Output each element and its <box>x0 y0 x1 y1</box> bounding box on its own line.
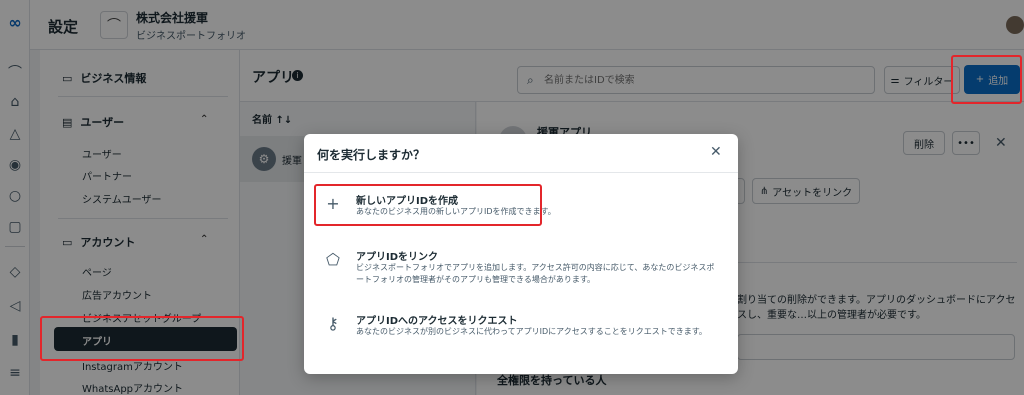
option-description: あなたのビジネスが別のビジネスに代わってアプリIDにアクセスすることをリクエスト… <box>356 327 707 336</box>
dialog-divider <box>304 172 738 173</box>
what-to-do-dialog: 何を実行しますか？ ✕ + 新しいアプリIDを作成 あなたのビジネス用の新しいア… <box>304 134 738 374</box>
tag-icon: ⬠ <box>326 249 340 269</box>
highlight-create-option <box>314 184 542 226</box>
option-link-app-id[interactable]: ⬠ アプリIDをリンク ビジネスポートフォリオでアプリを追加します。アクセス許可… <box>320 248 724 288</box>
option-title: アプリIDをリンク <box>356 252 439 263</box>
option-request-access[interactable]: ⚷ アプリIDへのアクセスをリクエスト あなたのビジネスが別のビジネスに代わって… <box>320 312 724 340</box>
highlight-add-button <box>951 55 1022 104</box>
dialog-title: 何を実行しますか？ <box>317 148 426 162</box>
key-icon: ⚷ <box>327 313 339 333</box>
highlight-apps-item <box>40 316 244 361</box>
option-title: アプリIDへのアクセスをリクエスト <box>356 316 518 327</box>
option-description: ビジネスポートフォリオでアプリを追加します。アクセス許可の内容に応じて、あなたの… <box>356 263 715 284</box>
dialog-close-icon[interactable]: ✕ <box>710 144 722 160</box>
